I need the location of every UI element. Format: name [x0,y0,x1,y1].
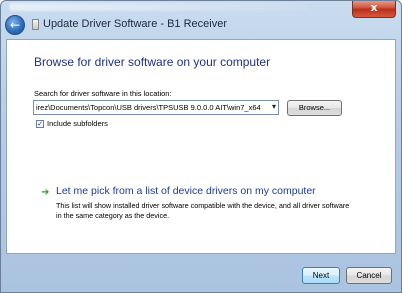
back-arrow-icon[interactable]: ← [5,15,25,35]
include-subfolders-label[interactable]: Include subfolders [47,119,108,128]
search-location-value[interactable]: irez\Documents\Topcon\USB drivers\TPSUSB… [36,103,262,112]
pick-from-list-link[interactable]: Let me pick from a list of device driver… [56,185,316,197]
title-bar: x ← Update Driver Software - B1 Receiver [1,1,401,39]
update-driver-window: x ← Update Driver Software - B1 Receiver… [0,0,402,293]
next-button[interactable]: Next [302,267,340,284]
search-location-label: Search for driver software in this locat… [34,89,172,98]
close-button[interactable]: x [352,1,396,18]
cancel-button[interactable]: Cancel [346,267,392,284]
device-icon [32,19,39,30]
include-subfolders-checkbox[interactable]: ✓ [36,120,44,128]
search-location-combobox[interactable]: irez\Documents\Topcon\USB drivers\TPSUSB… [33,100,279,115]
window-title: Update Driver Software - B1 Receiver [43,18,228,30]
title-bar-glass [9,3,309,11]
chevron-down-icon[interactable]: ▾ [272,102,276,111]
browse-button[interactable]: Browse... [287,100,342,116]
wizard-content-panel: Browse for driver software on your compu… [6,39,396,254]
page-title: Browse for driver software on your compu… [34,55,271,69]
pick-from-list-description: This list will show installed driver sof… [56,201,350,220]
green-arrow-icon[interactable]: ➔ [41,188,51,198]
